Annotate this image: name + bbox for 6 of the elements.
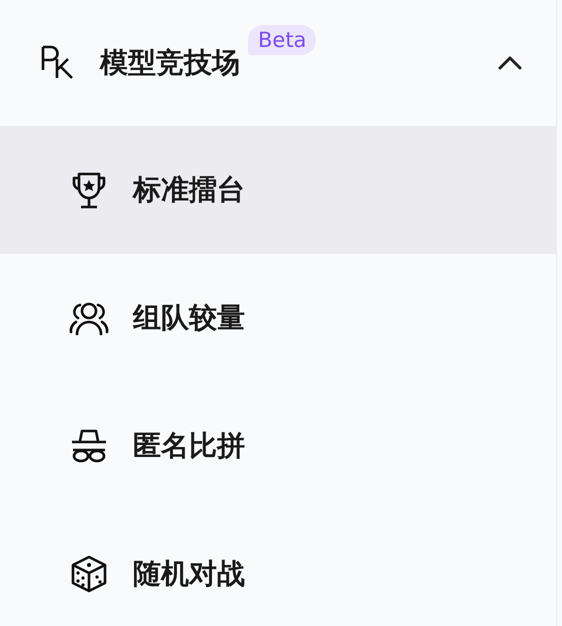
chevron-up-icon[interactable] [498, 56, 522, 70]
menu-header[interactable]: 模型竞技场 Beta [0, 0, 556, 126]
dice-icon [69, 554, 109, 594]
beta-badge: Beta [248, 25, 316, 55]
menu-item[interactable]: 标准擂台 [0, 126, 556, 254]
menu-title: 模型竞技场 [100, 45, 240, 81]
